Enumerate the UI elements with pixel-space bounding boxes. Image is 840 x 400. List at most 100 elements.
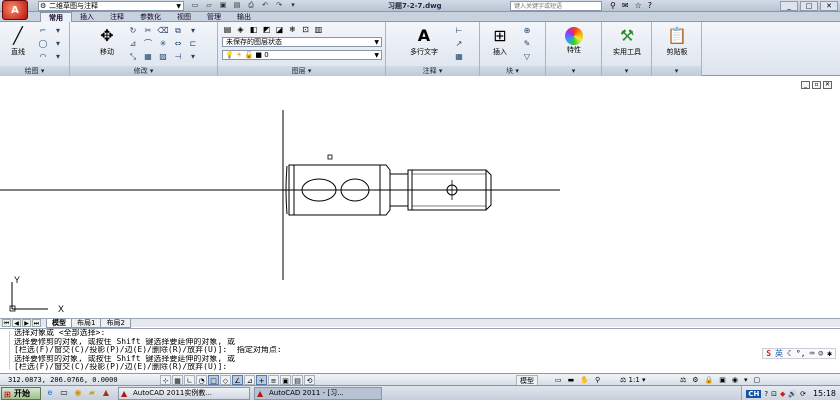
undo-icon[interactable]: ↶ — [260, 1, 270, 10]
dropdown-icon[interactable]: ▾ — [51, 25, 65, 37]
volume-icon[interactable]: 🔊 — [788, 390, 797, 398]
layout-tab-model[interactable]: 模型 — [46, 319, 72, 328]
save-icon[interactable]: ▣ — [218, 1, 228, 10]
qat-dropdown-icon[interactable]: ▾ — [288, 1, 298, 10]
layout-tab-layout1[interactable]: 布局1 — [71, 319, 102, 328]
comm-center-icon[interactable]: ✉ — [622, 0, 629, 12]
layer-previous-icon[interactable]: ◧ — [248, 25, 259, 35]
copy-icon[interactable]: ⧉ — [171, 25, 185, 37]
drawing-canvas[interactable]: _ ▫ ✕ Y X — [0, 77, 840, 317]
command-window-grip[interactable] — [2, 331, 10, 369]
keyboard-icon[interactable]: ⌨ — [810, 349, 815, 358]
taskbar-item-tutorial[interactable]: ▲ AutoCAD 2011实例教... — [118, 387, 250, 400]
ortho-mode-icon[interactable]: ∟ — [184, 375, 195, 385]
3d-osnap-icon[interactable]: ◇ — [220, 375, 231, 385]
panel-title-properties[interactable]: ▾ — [546, 66, 601, 76]
scale-icon[interactable]: ⤡ — [126, 51, 140, 63]
table-icon[interactable]: ▦ — [452, 51, 466, 63]
trim-icon[interactable]: ✂ — [141, 25, 155, 37]
grid-mode-icon[interactable]: ▦ — [172, 375, 183, 385]
user-icon[interactable]: ☺ — [818, 349, 823, 358]
mtext-button[interactable]: A 多行文字 — [402, 25, 446, 57]
object-tracking-icon[interactable]: ∠ — [232, 375, 243, 385]
polyline-icon[interactable]: ⌐ — [36, 25, 50, 37]
layer-lock-icon[interactable]: ⊡ — [300, 25, 311, 35]
last-layout-icon[interactable]: ⏭ — [32, 319, 41, 327]
layer-freeze-icon[interactable]: ❄ — [287, 25, 298, 35]
maximize-button[interactable]: □ — [800, 1, 818, 11]
leader-icon[interactable]: ↗ — [452, 38, 466, 50]
save-as-icon[interactable]: ▤ — [232, 1, 242, 10]
panel-title-annotation[interactable]: 注释 ▾ — [386, 66, 479, 76]
network-icon[interactable]: ⊡ — [771, 390, 777, 398]
layer-isolate-icon[interactable]: ◩ — [261, 25, 272, 35]
selection-cycling-icon[interactable]: ⟲ — [304, 375, 315, 385]
ime-mode-label[interactable]: 英 — [775, 349, 783, 358]
break-icon[interactable]: ⊣ — [171, 51, 185, 63]
dynamic-input-icon[interactable]: + — [256, 375, 267, 385]
media-icon[interactable]: ◉ — [72, 387, 84, 399]
dropdown-icon[interactable]: ▾ — [186, 51, 200, 63]
explode-icon[interactable]: ✳ — [156, 38, 170, 50]
language-indicator[interactable]: CH — [746, 389, 762, 398]
lineweight-icon[interactable]: ≡ — [268, 375, 279, 385]
taskbar-item-autocad[interactable]: ▲ AutoCAD 2011 - [习... — [254, 387, 382, 400]
current-layer-select[interactable]: 💡 ☀ 🔓 ■ 0 ▼ — [222, 50, 382, 60]
layer-off-icon[interactable]: ◪ — [274, 25, 285, 35]
panel-title-clipboard[interactable]: ▾ — [652, 66, 701, 76]
clock[interactable]: 15:18 — [813, 389, 836, 398]
layer-properties-icon[interactable]: ▤ — [222, 25, 233, 35]
layer-walk-icon[interactable]: ▥ — [313, 25, 324, 35]
show-desktop-icon[interactable]: ▭ — [58, 387, 70, 399]
object-snap-icon[interactable]: □ — [208, 375, 219, 385]
next-layout-icon[interactable]: ▶ — [22, 319, 31, 327]
minimize-button[interactable]: _ — [780, 1, 798, 11]
close-button[interactable]: ✕ — [820, 1, 838, 11]
dynamic-ucs-icon[interactable]: ⊿ — [244, 375, 255, 385]
help-tray-icon[interactable]: ? — [764, 390, 768, 398]
update-icon[interactable]: ⟳ — [800, 390, 806, 398]
panel-title-block[interactable]: 块 ▾ — [480, 66, 545, 76]
mirror-icon[interactable]: ⊿ — [126, 38, 140, 50]
attribute-icon[interactable]: ▽ — [520, 51, 534, 63]
punctuation-icon[interactable]: °, — [796, 349, 806, 358]
rotate-icon[interactable]: ↻ — [126, 25, 140, 37]
array-icon[interactable]: ▦ — [141, 51, 155, 63]
security-icon[interactable]: ◆ — [780, 390, 785, 398]
favorites-icon[interactable]: ☆ — [635, 0, 642, 12]
open-file-icon[interactable]: ▱ — [204, 1, 214, 10]
edit-block-icon[interactable]: ✎ — [520, 38, 534, 50]
help-icon[interactable]: ? — [648, 0, 652, 12]
dimension-icon[interactable]: ⊢ — [452, 25, 466, 37]
dropdown-icon[interactable]: ▾ — [51, 51, 65, 63]
app-icon[interactable]: ▲ — [100, 387, 112, 399]
hatch-icon[interactable]: ▨ — [156, 51, 170, 63]
snap-mode-icon[interactable]: ⊹ — [160, 375, 171, 385]
layer-match-icon[interactable]: ◈ — [235, 25, 246, 35]
circle-icon[interactable]: ◯ — [36, 38, 50, 50]
layout-tab-layout2[interactable]: 布局2 — [100, 319, 131, 328]
move-button[interactable]: ✥ 移动 — [94, 25, 120, 57]
ime-toolbar[interactable]: S 英 ☾ °, ⌨ ☺ ✱ — [762, 348, 836, 359]
arc-icon[interactable]: ◠ — [36, 51, 50, 63]
new-file-icon[interactable]: ▭ — [190, 1, 200, 10]
offset-icon[interactable]: ⊏ — [186, 38, 200, 50]
command-window[interactable]: 选择对象或 <全部选择>: 选择要修剪的对象, 或按住 Shift 键选择要延伸… — [0, 328, 840, 372]
quick-properties-icon[interactable]: ▤ — [292, 375, 303, 385]
create-block-icon[interactable]: ⊕ — [520, 25, 534, 37]
application-menu-button[interactable]: A — [2, 0, 28, 20]
fillet-icon[interactable]: ⌒ — [141, 38, 155, 50]
line-button[interactable]: ╱ 直线 — [4, 25, 32, 57]
workspace-select[interactable]: ⚙ 二维草图与注释 ▼ — [38, 1, 184, 11]
dropdown-icon[interactable]: ▾ — [51, 38, 65, 50]
panel-title-layers[interactable]: 图层 ▾ — [218, 66, 385, 76]
dropdown-icon[interactable]: ▾ — [186, 25, 200, 37]
redo-icon[interactable]: ↷ — [274, 1, 284, 10]
panel-title-utilities[interactable]: ▾ — [602, 66, 651, 76]
polar-tracking-icon[interactable]: ◔ — [196, 375, 207, 385]
clipboard-button[interactable]: 📋 剪贴板 — [656, 25, 698, 57]
first-layout-icon[interactable]: ⏮ — [2, 319, 11, 327]
folder-icon[interactable]: ▰ — [86, 387, 98, 399]
print-icon[interactable]: ⎙ — [246, 1, 256, 10]
panel-title-draw[interactable]: 绘图 ▾ — [0, 66, 69, 76]
